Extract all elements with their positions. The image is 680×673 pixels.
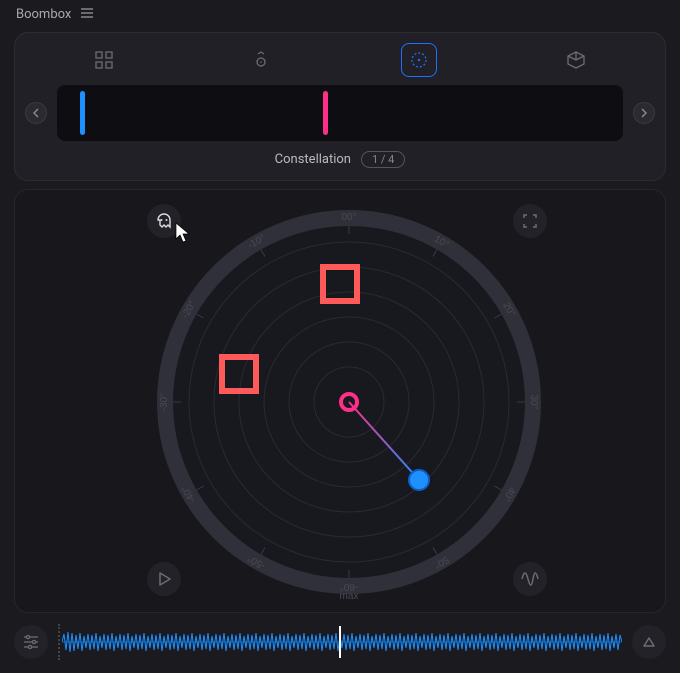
next-button[interactable] bbox=[633, 102, 655, 124]
timeline-marker[interactable] bbox=[323, 91, 328, 135]
cube-view-tab[interactable] bbox=[558, 43, 594, 77]
timeline-track[interactable] bbox=[57, 85, 623, 141]
pan-view-tab[interactable] bbox=[243, 43, 279, 77]
target-marker[interactable] bbox=[219, 354, 259, 394]
radar-panel: 00° 10° 20° 30° 40° 50° -60° -50° -40° -… bbox=[14, 189, 666, 613]
top-panel: Constellation 1 / 4 bbox=[14, 32, 666, 181]
max-label: max bbox=[340, 591, 359, 602]
timeline-marker[interactable] bbox=[80, 91, 85, 135]
svg-text:30°: 30° bbox=[528, 394, 539, 409]
waveform-bar bbox=[14, 621, 666, 663]
radar-cursor-dot[interactable] bbox=[409, 470, 429, 490]
degree-tick: 00° bbox=[341, 212, 356, 223]
page-indicator: 1 / 4 bbox=[361, 151, 405, 168]
prev-button[interactable] bbox=[25, 102, 47, 124]
radar-display[interactable]: 00° 10° 20° 30° 40° 50° -60° -50° -40° -… bbox=[155, 202, 543, 602]
target-marker[interactable] bbox=[320, 264, 360, 304]
constellation-view-tab[interactable] bbox=[401, 43, 437, 77]
grid-view-tab[interactable] bbox=[86, 43, 122, 77]
waveform-track[interactable] bbox=[58, 624, 622, 660]
view-label: Constellation bbox=[275, 152, 351, 167]
svg-text:-30°: -30° bbox=[159, 393, 170, 411]
collapse-button[interactable] bbox=[632, 625, 666, 659]
settings-button[interactable] bbox=[14, 625, 48, 659]
menu-icon[interactable] bbox=[81, 7, 93, 21]
app-title: Boombox bbox=[16, 7, 71, 22]
